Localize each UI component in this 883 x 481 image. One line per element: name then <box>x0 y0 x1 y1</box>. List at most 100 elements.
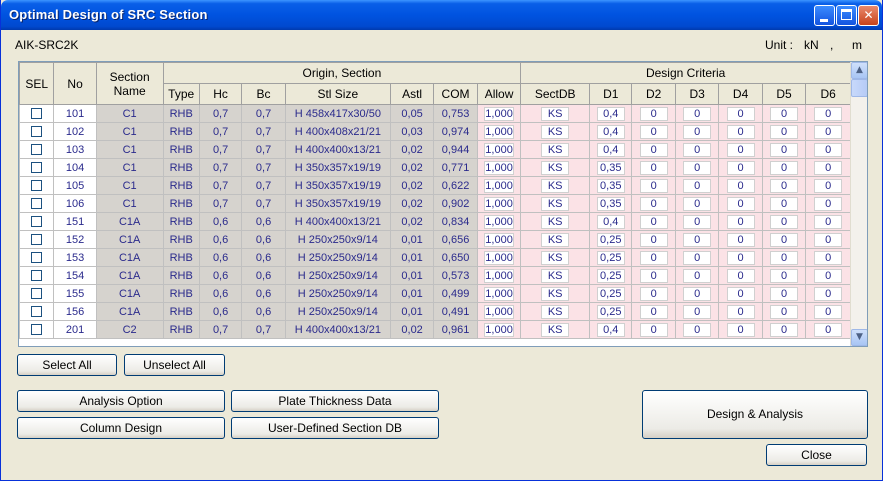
cell-sectdb[interactable]: KS <box>520 176 591 195</box>
cell-d5[interactable]: 0 <box>761 104 807 123</box>
cell-d6[interactable]: 0 <box>805 248 851 267</box>
cell-d5[interactable]: 0 <box>761 230 807 249</box>
unselect-all-button[interactable]: Unselect All <box>124 354 225 376</box>
cell-sectdb[interactable]: KS <box>520 122 591 141</box>
value-d5[interactable]: 0 <box>770 196 799 211</box>
maximize-button[interactable] <box>836 5 857 26</box>
value-d2[interactable]: 0 <box>639 232 668 247</box>
value-sectdb[interactable]: KS <box>541 214 570 229</box>
value-d1[interactable]: 0,25 <box>596 268 625 283</box>
cell-d2[interactable]: 0 <box>631 266 676 285</box>
value-d6[interactable]: 0 <box>814 196 843 211</box>
cell-d6[interactable]: 0 <box>805 284 851 303</box>
value-d4[interactable]: 0 <box>726 106 755 121</box>
cell-d6[interactable]: 0 <box>805 122 851 141</box>
cell-allow[interactable]: 1,000 <box>476 248 522 267</box>
table-row[interactable]: 155 C1A RHB 0,6 0,6 H 250x250x9/14 0,01 0,499 1,… <box>19 284 851 303</box>
cell-d2[interactable]: 0 <box>631 104 676 123</box>
cell-d3[interactable]: 0 <box>674 266 720 285</box>
value-d1[interactable]: 0,4 <box>596 106 625 121</box>
value-d1[interactable]: 0,35 <box>596 196 625 211</box>
value-d4[interactable]: 0 <box>726 232 755 247</box>
cell-d6[interactable]: 0 <box>805 104 851 123</box>
cell-d1[interactable]: 0,4 <box>589 140 633 159</box>
select-checkbox[interactable] <box>31 270 43 282</box>
value-sectdb[interactable]: KS <box>541 322 570 337</box>
value-d1[interactable]: 0,25 <box>596 286 625 301</box>
cell-d5[interactable]: 0 <box>761 302 807 321</box>
value-d5[interactable]: 0 <box>770 304 799 319</box>
cell-d4[interactable]: 0 <box>718 230 763 249</box>
cell-d4[interactable]: 0 <box>718 212 763 231</box>
value-sectdb[interactable]: KS <box>541 232 570 247</box>
value-d2[interactable]: 0 <box>639 286 668 301</box>
value-allow[interactable]: 1,000 <box>484 196 514 211</box>
value-allow[interactable]: 1,000 <box>484 142 514 157</box>
value-sectdb[interactable]: KS <box>541 268 570 283</box>
cell-d3[interactable]: 0 <box>674 158 720 177</box>
value-d3[interactable]: 0 <box>683 106 712 121</box>
value-d4[interactable]: 0 <box>726 178 755 193</box>
value-d6[interactable]: 0 <box>814 124 843 139</box>
cell-sectdb[interactable]: KS <box>520 320 591 339</box>
cell-d1[interactable]: 0,35 <box>589 158 633 177</box>
select-checkbox[interactable] <box>31 126 43 138</box>
cell-d1[interactable]: 0,25 <box>589 248 633 267</box>
cell-d4[interactable]: 0 <box>718 284 763 303</box>
cell-d6[interactable]: 0 <box>805 212 851 231</box>
value-d1[interactable]: 0,4 <box>596 322 625 337</box>
value-d2[interactable]: 0 <box>639 142 668 157</box>
table-row[interactable]: 105 C1 RHB 0,7 0,7 H 350x357x19/19 0,02 0,622 1,… <box>19 176 851 195</box>
value-d5[interactable]: 0 <box>770 268 799 283</box>
value-d5[interactable]: 0 <box>770 286 799 301</box>
value-d4[interactable]: 0 <box>726 322 755 337</box>
cell-d6[interactable]: 0 <box>805 320 851 339</box>
column-design-button[interactable]: Column Design <box>17 417 225 439</box>
value-sectdb[interactable]: KS <box>541 196 570 211</box>
cell-d4[interactable]: 0 <box>718 248 763 267</box>
value-d5[interactable]: 0 <box>770 214 799 229</box>
cell-d3[interactable]: 0 <box>674 320 720 339</box>
cell-sectdb[interactable]: KS <box>520 158 591 177</box>
table-row[interactable]: 154 C1A RHB 0,6 0,6 H 250x250x9/14 0,01 0,573 1,… <box>19 266 851 285</box>
value-d3[interactable]: 0 <box>683 286 712 301</box>
select-checkbox[interactable] <box>31 216 43 228</box>
value-allow[interactable]: 1,000 <box>484 178 514 193</box>
value-d6[interactable]: 0 <box>814 214 843 229</box>
cell-d6[interactable]: 0 <box>805 266 851 285</box>
value-sectdb[interactable]: KS <box>541 142 570 157</box>
value-d4[interactable]: 0 <box>726 196 755 211</box>
cell-d2[interactable]: 0 <box>631 194 676 213</box>
cell-allow[interactable]: 1,000 <box>476 284 522 303</box>
value-d4[interactable]: 0 <box>726 268 755 283</box>
cell-sectdb[interactable]: KS <box>520 266 591 285</box>
value-d6[interactable]: 0 <box>814 304 843 319</box>
cell-d4[interactable]: 0 <box>718 194 763 213</box>
cell-d5[interactable]: 0 <box>761 158 807 177</box>
cell-allow[interactable]: 1,000 <box>476 194 522 213</box>
value-allow[interactable]: 1,000 <box>484 250 514 265</box>
cell-allow[interactable]: 1,000 <box>476 320 522 339</box>
value-d5[interactable]: 0 <box>770 124 799 139</box>
value-sectdb[interactable]: KS <box>541 178 570 193</box>
scroll-thumb[interactable] <box>851 79 867 97</box>
close-button[interactable]: Close <box>766 444 867 466</box>
cell-sectdb[interactable]: KS <box>520 248 591 267</box>
value-allow[interactable]: 1,000 <box>484 106 514 121</box>
cell-d6[interactable]: 0 <box>805 230 851 249</box>
cell-d3[interactable]: 0 <box>674 104 720 123</box>
table-row[interactable]: 156 C1A RHB 0,6 0,6 H 250x250x9/14 0,01 0,491 1,… <box>19 302 851 321</box>
value-d1[interactable]: 0,25 <box>596 232 625 247</box>
value-d1[interactable]: 0,4 <box>596 214 625 229</box>
arrow-up-icon[interactable]: ▲ <box>851 62 867 79</box>
value-sectdb[interactable]: KS <box>541 106 570 121</box>
value-d2[interactable]: 0 <box>639 304 668 319</box>
table-row[interactable]: 201 C2 RHB 0,7 0,7 H 400x400x13/21 0,02 0,961 1,… <box>19 320 851 339</box>
cell-allow[interactable]: 1,000 <box>476 266 522 285</box>
cell-allow[interactable]: 1,000 <box>476 158 522 177</box>
value-allow[interactable]: 1,000 <box>484 268 514 283</box>
cell-sectdb[interactable]: KS <box>520 230 591 249</box>
value-d5[interactable]: 0 <box>770 178 799 193</box>
value-d4[interactable]: 0 <box>726 214 755 229</box>
value-d2[interactable]: 0 <box>639 178 668 193</box>
